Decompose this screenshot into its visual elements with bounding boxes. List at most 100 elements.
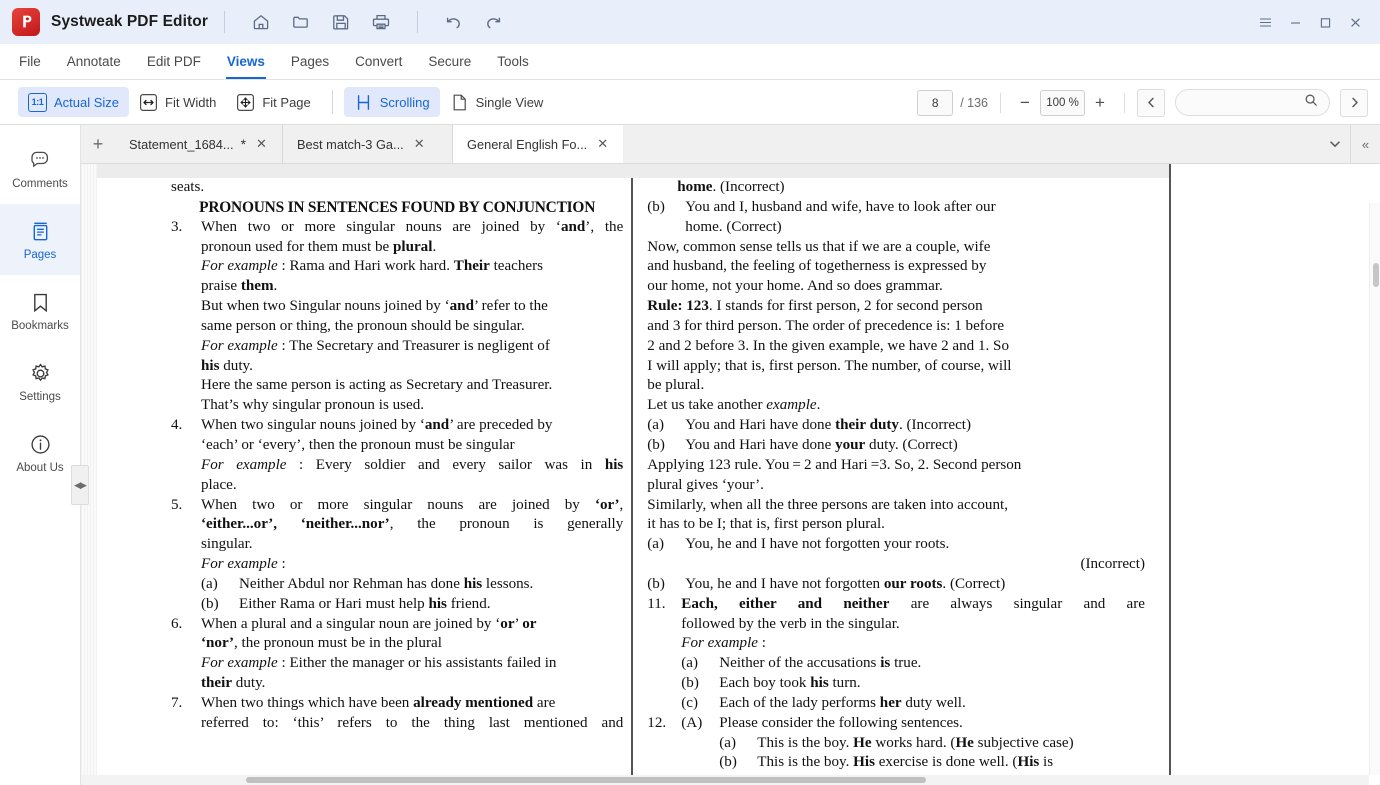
doc-line: home. (Incorrect) <box>677 179 785 195</box>
doc-line: For example : Either the manager or his … <box>201 655 557 672</box>
sidebar-item-comments[interactable]: Comments <box>0 133 80 204</box>
fit-width-button[interactable]: Fit Width <box>129 87 226 117</box>
doc-line: Each, either and neither are always sing… <box>681 595 1145 612</box>
home-icon[interactable] <box>241 7 281 37</box>
doc-item-number: 11. <box>647 595 666 612</box>
tab-best-match[interactable]: Best match-3 Ga... ✕ <box>283 125 453 163</box>
doc-line: For example : <box>201 556 286 573</box>
one-to-one-icon: 1:1 <box>28 92 47 112</box>
tab-close-icon[interactable]: ✕ <box>411 136 428 152</box>
fit-width-label: Fit Width <box>165 94 217 110</box>
doc-subitem: (b) Either Rama or Hari must help his fr… <box>201 595 623 615</box>
hamburger-menu-icon[interactable] <box>1250 5 1280 39</box>
horizontal-scrollbar[interactable] <box>81 775 1369 785</box>
menu-item-convert[interactable]: Convert <box>342 44 415 79</box>
sidebar-splitter-handle[interactable]: ◀▶ <box>71 465 89 505</box>
doc-line: seats. <box>171 179 205 195</box>
doc-subitem-letter: (b) <box>201 595 219 612</box>
tab-general-english[interactable]: General English Fo... ✕ <box>453 125 623 163</box>
tab-statement[interactable]: Statement_1684... * ✕ <box>115 125 283 163</box>
search-box[interactable] <box>1175 89 1330 116</box>
doc-item-number: 5. <box>171 496 183 513</box>
workspace: Comments Pages Bookmarks Settings About … <box>0 125 1380 785</box>
zoom-level-input[interactable]: 100 % <box>1040 89 1085 116</box>
menu-bar: File Annotate Edit PDF Views Pages Conve… <box>0 44 1380 80</box>
vertical-scrollbar[interactable] <box>1369 203 1380 775</box>
vertical-scrollbar-thumb[interactable] <box>1372 263 1379 287</box>
sidebar-item-bookmarks[interactable]: Bookmarks <box>0 275 80 346</box>
chevron-down-icon[interactable] <box>1320 125 1350 163</box>
doc-subitem-letter: (A) <box>681 714 703 731</box>
doc-subitem-letter: (b) <box>681 675 699 692</box>
print-icon[interactable] <box>361 7 401 37</box>
doc-line: followed by the verb in the singular. <box>681 615 900 632</box>
fit-page-icon <box>236 93 255 112</box>
zoom-in-button[interactable]: + <box>1088 90 1112 116</box>
menu-item-edit-pdf[interactable]: Edit PDF <box>134 44 214 79</box>
menu-item-tools[interactable]: Tools <box>484 44 542 79</box>
zoom-out-button[interactable]: − <box>1013 90 1037 116</box>
menu-item-file[interactable]: File <box>6 44 54 79</box>
doc-line: it has to be I; that is, first person pl… <box>647 516 885 533</box>
fit-page-button[interactable]: Fit Page <box>226 87 320 117</box>
doc-line: I will apply; that is, first person. The… <box>647 357 1012 374</box>
doc-line: For example : Rama and Hari work hard. T… <box>201 258 544 275</box>
tab-strip: + Statement_1684... * ✕ Best match-3 Ga.… <box>81 125 1380 164</box>
horizontal-scrollbar-thumb[interactable] <box>246 777 926 783</box>
save-icon[interactable] <box>321 7 361 37</box>
toolbar-divider <box>331 90 333 114</box>
doc-item-body: When two things which have been already … <box>201 694 623 734</box>
doc-subitem: (a) Neither Abdul nor Rehman has done hi… <box>201 575 623 595</box>
app-title: Systweak PDF Editor <box>51 13 208 30</box>
current-page-input[interactable]: 8 <box>917 89 954 116</box>
sidebar-item-label: Settings <box>19 390 61 403</box>
sidebar-item-settings[interactable]: Settings <box>0 346 80 417</box>
doc-item-number: 6. <box>171 615 183 632</box>
doc-line: When two singular nouns joined by ‘and’ … <box>201 417 553 434</box>
doc-line: pronoun used for them must be plural. <box>201 238 437 255</box>
doc-item-body: When a plural and a singular noun are jo… <box>201 615 623 694</box>
open-folder-icon[interactable] <box>281 7 321 37</box>
tab-label: Statement_1684... <box>129 136 234 152</box>
doc-line: Applying 123 rule. You = 2 and Hari =3. … <box>647 456 1022 473</box>
redo-icon[interactable] <box>474 7 514 37</box>
menu-item-pages[interactable]: Pages <box>278 44 342 79</box>
actual-size-button[interactable]: 1:1 Actual Size <box>18 87 130 117</box>
doc-line: When two things which have been already … <box>201 694 556 711</box>
tab-close-icon[interactable]: ✕ <box>253 136 270 152</box>
doc-line: When two or more singular nouns are join… <box>201 218 624 235</box>
doc-subitem: (a) You, he and I have not forgotten you… <box>647 535 1145 555</box>
next-page-button[interactable] <box>1340 88 1368 117</box>
doc-line: his duty. <box>201 357 253 374</box>
doc-line: home. (Correct) <box>685 218 782 235</box>
undo-icon[interactable] <box>434 7 474 37</box>
new-tab-button[interactable]: + <box>81 125 115 163</box>
page-navigation-group: 8 / 136 − 100 % + <box>917 80 1368 125</box>
previous-page-button[interactable] <box>1137 88 1165 117</box>
menu-item-annotate[interactable]: Annotate <box>54 44 134 79</box>
window-controls <box>1250 0 1370 44</box>
scrolling-button[interactable]: Scrolling <box>343 87 440 117</box>
pdf-viewer[interactable]: seats. PRONOUNS IN SENTENCES FOUND BY CO… <box>81 164 1380 785</box>
close-icon[interactable] <box>1340 5 1370 39</box>
nav-divider-1 <box>1000 92 1001 113</box>
sidebar-item-label: Pages <box>23 248 57 261</box>
quick-action-group <box>241 7 401 37</box>
menu-item-views[interactable]: Views <box>214 44 278 79</box>
doc-line: For example : <box>681 635 766 652</box>
sidebar-item-about-us[interactable]: About Us <box>0 417 80 488</box>
tab-close-icon[interactable]: ✕ <box>594 136 611 152</box>
search-icon[interactable] <box>1304 93 1318 112</box>
sidebar-item-pages[interactable]: Pages <box>0 204 80 275</box>
doc-subitem-letter: (b) <box>719 754 737 771</box>
maximize-icon[interactable] <box>1310 5 1340 39</box>
menu-item-secure[interactable]: Secure <box>415 44 484 79</box>
history-group <box>434 7 514 37</box>
doc-item-5: 5. When two or more singular nouns are j… <box>171 496 623 615</box>
single-view-button[interactable]: Single View <box>440 87 554 117</box>
minimize-icon[interactable] <box>1280 5 1310 39</box>
doc-item-11: 11. Each, either and neither are always … <box>647 595 1145 714</box>
section-heading: PRONOUNS IN SENTENCES FOUND BY CONJUNCTI… <box>199 198 596 216</box>
search-input[interactable] <box>1187 95 1304 110</box>
collapse-panel-icon[interactable]: « <box>1350 125 1380 163</box>
